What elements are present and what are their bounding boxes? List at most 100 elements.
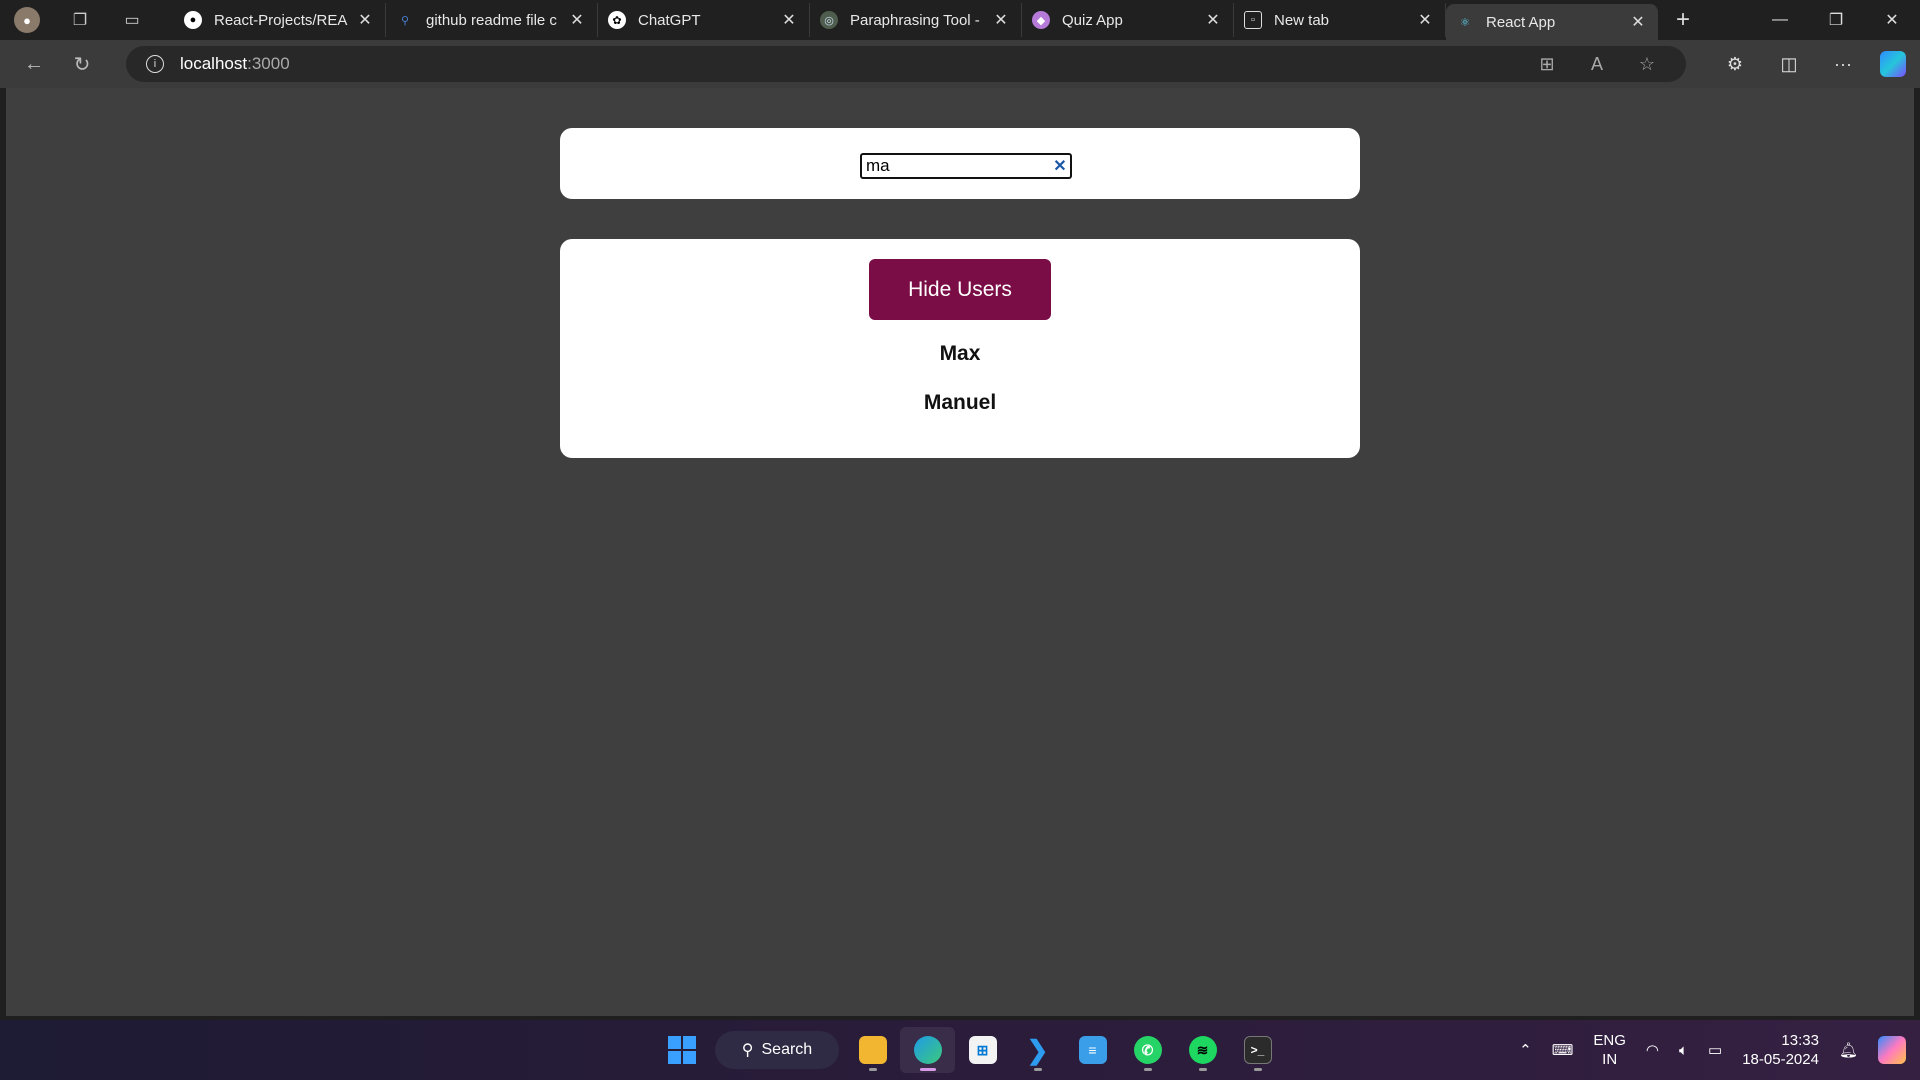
tab-title: New tab [1274, 11, 1330, 29]
profile-avatar[interactable]: ● [14, 7, 40, 33]
new-tab-button[interactable]: + [1668, 5, 1698, 35]
close-tab-icon[interactable]: ✕ [355, 10, 375, 30]
clock-time: 13:33 [1781, 1032, 1819, 1049]
restore-icon[interactable]: ❐ [1808, 0, 1864, 40]
refresh-icon[interactable]: ↻ [62, 44, 102, 84]
tab-title: github readme file c [426, 11, 557, 29]
tab-react-app[interactable]: ⚛ React App ✕ [1446, 4, 1658, 40]
search-icon: ⚲ [400, 14, 410, 27]
chatgpt-icon: ✿ [608, 11, 626, 29]
start-button[interactable] [654, 1027, 709, 1073]
url-port: :3000 [247, 54, 290, 73]
minimize-icon[interactable]: — [1752, 0, 1808, 40]
keyboard-icon[interactable]: ⌨ [1552, 1041, 1574, 1059]
store-icon: ⊞ [968, 1036, 997, 1064]
folder-icon [858, 1036, 887, 1064]
windows-taskbar: ⚲ Search ⊞ ❯ ≡ ✆ ≋ >_ ⌃ ⌨ ENG IN ◠ 🔈︎ ▭ … [0, 1020, 1920, 1080]
language-code: ENG [1593, 1032, 1626, 1049]
close-tab-icon[interactable]: ✕ [779, 10, 799, 30]
notepad-button[interactable]: ≡ [1065, 1027, 1120, 1073]
back-arrow-icon[interactable]: ← [14, 44, 54, 84]
app-available-icon[interactable]: ⊞ [1522, 54, 1572, 75]
running-indicator [1143, 1068, 1152, 1071]
volume-icon[interactable]: 🔈︎ [1679, 1042, 1688, 1059]
browser-right-tools: ⚙ ◫ ··· [1708, 40, 1920, 88]
tab-title: Quiz App [1062, 11, 1123, 29]
region-code: IN [1602, 1051, 1618, 1068]
url-host: localhost [180, 54, 248, 73]
wifi-icon[interactable]: ◠ [1646, 1041, 1659, 1059]
more-options-icon[interactable]: ··· [1816, 54, 1870, 75]
workspaces-icon[interactable]: ❐ [68, 8, 92, 32]
page-viewport: ma ✕ Hide Users Max Manuel [6, 88, 1914, 1016]
clear-search-icon[interactable]: ✕ [1050, 156, 1070, 176]
search-icon: ⚲ [741, 1042, 754, 1059]
url-text: localhost:3000 [180, 54, 290, 74]
system-tray: ⌃ ⌨ ENG IN ◠ 🔈︎ ▭ 13:33 18-05-2024 🔔︎ [1509, 1020, 1920, 1080]
tab-title: ChatGPT [638, 11, 701, 29]
tab-list: ● React-Projects/REA ✕ ⚲ github readme f… [174, 0, 1658, 40]
address-bar[interactable]: i localhost:3000 ⊞ A ☆ [126, 46, 1686, 82]
favorite-star-icon[interactable]: ☆ [1622, 54, 1672, 75]
close-tab-icon[interactable]: ✕ [991, 10, 1011, 30]
running-indicator [1253, 1068, 1262, 1071]
notification-bell-icon[interactable]: 🔔︎ [1839, 1041, 1858, 1059]
edge-button[interactable] [900, 1027, 955, 1073]
browser-toolbar: ← ↻ i localhost:3000 ⊞ A ☆ ⚙ ◫ ··· [0, 40, 1920, 88]
whatsapp-icon: ✆ [1133, 1036, 1162, 1064]
tab-title: React App [1486, 13, 1556, 31]
taskbar-apps: ⚲ Search ⊞ ❯ ≡ ✆ ≋ >_ [654, 1020, 1285, 1080]
window-controls: — ❐ ✕ [1752, 0, 1920, 40]
spotify-button[interactable]: ≋ [1175, 1027, 1230, 1073]
file-explorer-button[interactable] [845, 1027, 900, 1073]
taskbar-search[interactable]: ⚲ Search [715, 1031, 839, 1069]
clock-date: 18-05-2024 [1742, 1051, 1819, 1068]
language-indicator[interactable]: ENG IN [1593, 1031, 1626, 1069]
close-window-icon[interactable]: ✕ [1864, 0, 1920, 40]
tab-quiz-app[interactable]: ◆ Quiz App ✕ [1022, 3, 1234, 37]
vscode-button[interactable]: ❯ [1010, 1027, 1065, 1073]
tab-title: Paraphrasing Tool - [850, 11, 980, 29]
battery-icon[interactable]: ▭ [1708, 1041, 1722, 1059]
search-input[interactable]: ma ✕ [860, 153, 1072, 179]
taskbar-search-label: Search [761, 1041, 813, 1058]
tab-github-readme[interactable]: ⚲ github readme file c ✕ [386, 3, 598, 37]
quiz-icon: ◆ [1032, 11, 1050, 29]
running-indicator [919, 1068, 936, 1071]
github-icon: ● [184, 11, 202, 29]
running-indicator [1198, 1068, 1207, 1071]
tab-paraphrasing-tool[interactable]: ◎ Paraphrasing Tool - ✕ [810, 3, 1022, 37]
site-info-icon[interactable]: i [146, 55, 164, 73]
terminal-button[interactable]: >_ [1230, 1027, 1285, 1073]
tab-actions-icon[interactable]: ▭ [120, 8, 144, 32]
users-card: Hide Users Max Manuel [560, 239, 1360, 458]
copilot-icon[interactable] [1880, 51, 1906, 77]
running-indicator [1033, 1068, 1042, 1071]
read-aloud-icon[interactable]: A [1572, 54, 1622, 75]
close-tab-icon[interactable]: ✕ [567, 10, 587, 30]
tab-new-tab[interactable]: ▫ New tab ✕ [1234, 3, 1446, 37]
windows-logo-icon [667, 1036, 696, 1064]
copilot-taskbar-icon[interactable] [1878, 1036, 1906, 1064]
clock[interactable]: 13:33 18-05-2024 [1742, 1031, 1819, 1069]
store-button[interactable]: ⊞ [955, 1027, 1010, 1073]
tab-chatgpt[interactable]: ✿ ChatGPT ✕ [598, 3, 810, 37]
close-tab-icon[interactable]: ✕ [1203, 10, 1223, 30]
running-indicator [868, 1068, 877, 1071]
search-card: ma ✕ [560, 128, 1360, 199]
notepad-icon: ≡ [1078, 1036, 1107, 1064]
vscode-icon: ❯ [1026, 1034, 1049, 1065]
browser-tab-strip: ● ❐ ▭ ● React-Projects/REA ✕ ⚲ github re… [0, 0, 1920, 40]
user-list-item: Max [939, 342, 981, 365]
close-tab-icon[interactable]: ✕ [1415, 10, 1435, 30]
tab-react-projects[interactable]: ● React-Projects/REA ✕ [174, 3, 386, 37]
chevron-up-icon[interactable]: ⌃ [1519, 1041, 1532, 1059]
hide-users-button[interactable]: Hide Users [869, 259, 1051, 320]
split-screen-icon[interactable]: ◫ [1762, 54, 1816, 75]
extensions-icon[interactable]: ⚙ [1708, 54, 1762, 75]
whatsapp-button[interactable]: ✆ [1120, 1027, 1175, 1073]
edge-icon [913, 1036, 942, 1064]
address-bar-actions: ⊞ A ☆ [1522, 46, 1672, 82]
terminal-icon: >_ [1243, 1036, 1272, 1064]
close-tab-icon[interactable]: ✕ [1628, 12, 1648, 32]
